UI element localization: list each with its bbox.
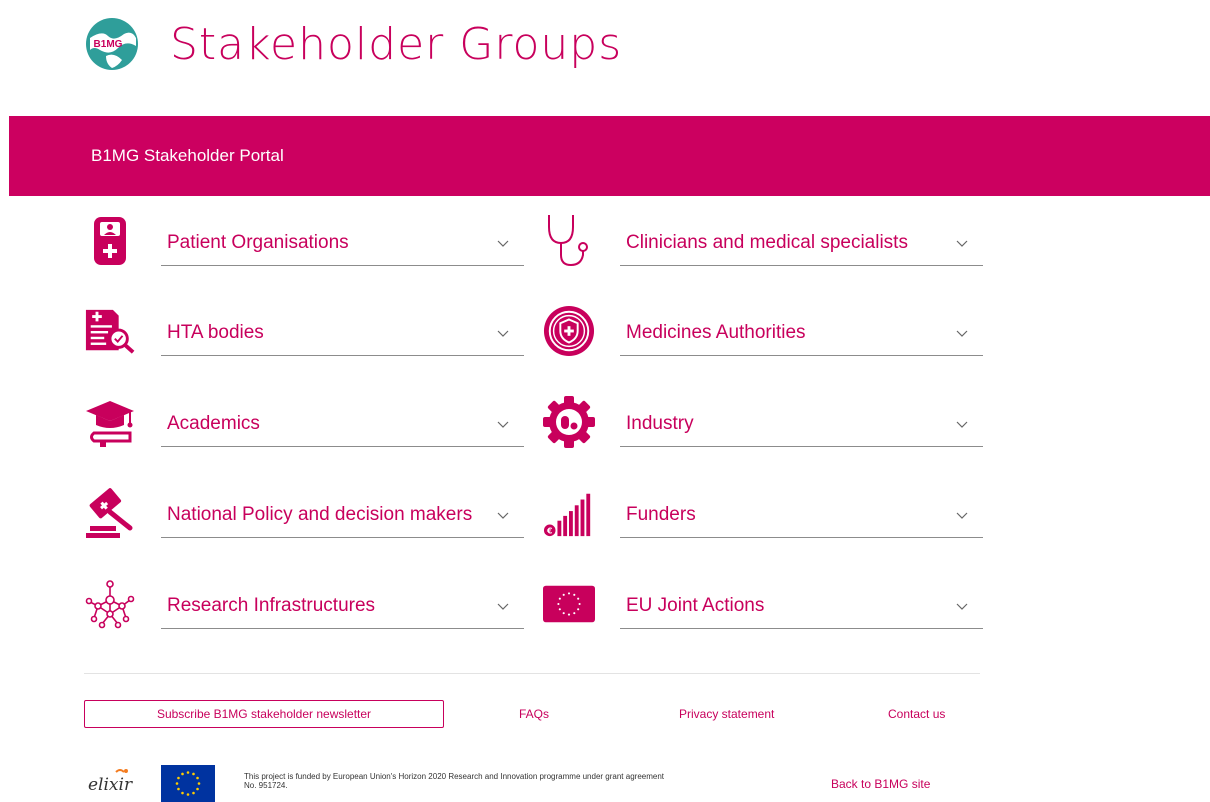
group-row[interactable]: Academics bbox=[161, 402, 524, 447]
elixir-logo[interactable]: elixir bbox=[86, 766, 136, 798]
banner-title: B1MG Stakeholder Portal bbox=[91, 146, 284, 165]
group-row[interactable]: Research Infrastructures bbox=[161, 584, 524, 629]
group-row[interactable]: Patient Organisations bbox=[161, 221, 524, 266]
privacy-statement-link[interactable]: Privacy statement bbox=[679, 707, 774, 721]
document-magnifier-icon bbox=[84, 305, 136, 357]
svg-text:€: € bbox=[546, 527, 552, 536]
eu-flag-logo bbox=[161, 765, 215, 802]
group-row[interactable]: Funders bbox=[620, 493, 983, 538]
chevron-down-icon bbox=[497, 330, 509, 337]
star-mark bbox=[573, 612, 576, 615]
page-title: Stakeholder Groups bbox=[170, 18, 623, 70]
star-mark bbox=[573, 593, 576, 596]
portal-banner: B1MG Stakeholder Portal bbox=[9, 116, 1210, 196]
star-mark bbox=[577, 597, 580, 600]
chevron-down-icon bbox=[497, 512, 509, 519]
subscribe-newsletter-button[interactable]: Subscribe B1MG stakeholder newsletter bbox=[84, 700, 444, 728]
group-eu-joint-actions[interactable]: EU Joint Actions bbox=[543, 574, 983, 646]
group-clinicians[interactable]: Clinicians and medical specialists bbox=[543, 211, 983, 283]
star-mark bbox=[558, 597, 561, 600]
group-label: Academics bbox=[167, 413, 260, 434]
star-mark bbox=[186, 771, 190, 774]
chevron-down-icon bbox=[497, 603, 509, 610]
group-label: Funders bbox=[626, 504, 696, 525]
group-academics[interactable]: Academics bbox=[84, 392, 524, 464]
patient-id-card-icon bbox=[84, 215, 136, 267]
group-label: Patient Organisations bbox=[167, 232, 349, 253]
chevron-down-icon bbox=[497, 240, 509, 247]
star-mark bbox=[196, 787, 199, 791]
chevron-down-icon bbox=[497, 421, 509, 428]
page-header: B1MG Stakeholder Groups bbox=[84, 12, 622, 76]
star-mark bbox=[562, 593, 565, 596]
group-label: EU Joint Actions bbox=[626, 595, 765, 616]
group-national-policy[interactable]: National Policy and decision makers bbox=[84, 483, 524, 555]
star-mark bbox=[578, 602, 581, 606]
group-row[interactable]: Medicines Authorities bbox=[620, 311, 983, 356]
star-mark bbox=[562, 612, 565, 615]
group-industry[interactable]: Industry bbox=[543, 392, 983, 464]
svg-text:B1MG: B1MG bbox=[94, 39, 123, 50]
euro-bars-icon: € bbox=[543, 487, 595, 539]
star-mark bbox=[181, 791, 184, 795]
star-mark bbox=[192, 791, 195, 795]
faqs-link[interactable]: FAQs bbox=[519, 707, 549, 721]
group-label: HTA bodies bbox=[167, 322, 264, 343]
group-row[interactable]: Clinicians and medical specialists bbox=[620, 221, 983, 266]
stethoscope-icon bbox=[543, 215, 595, 267]
star-mark bbox=[567, 613, 571, 616]
star-mark bbox=[567, 592, 571, 595]
chevron-down-icon bbox=[956, 240, 968, 247]
star-mark bbox=[177, 787, 180, 791]
eu-flag-icon bbox=[543, 578, 595, 630]
star-mark bbox=[175, 782, 179, 785]
group-patient-organisations[interactable]: Patient Organisations bbox=[84, 211, 524, 283]
star-mark bbox=[181, 772, 184, 776]
network-nodes-icon bbox=[84, 578, 136, 630]
group-label: Clinicians and medical specialists bbox=[626, 232, 908, 253]
group-row[interactable]: HTA bodies bbox=[161, 311, 524, 356]
star-mark bbox=[557, 602, 560, 606]
star-mark bbox=[186, 793, 190, 796]
group-row[interactable]: Industry bbox=[620, 402, 983, 447]
graduation-cap-icon bbox=[84, 396, 136, 448]
contact-us-link[interactable]: Contact us bbox=[888, 707, 945, 721]
star-mark bbox=[577, 608, 580, 611]
svg-text:elixir: elixir bbox=[88, 775, 133, 795]
group-research-infrastructures[interactable]: Research Infrastructures bbox=[84, 574, 524, 646]
chevron-down-icon bbox=[956, 330, 968, 337]
back-to-b1mg-link[interactable]: Back to B1MG site bbox=[831, 777, 930, 791]
group-medicines-authorities[interactable]: Medicines Authorities bbox=[543, 301, 983, 373]
shield-badge-icon bbox=[543, 305, 595, 357]
group-hta-bodies[interactable]: HTA bodies bbox=[84, 301, 524, 373]
group-label: Industry bbox=[626, 413, 694, 434]
star-mark bbox=[558, 608, 561, 611]
star-mark bbox=[197, 782, 201, 785]
group-row[interactable]: EU Joint Actions bbox=[620, 584, 983, 629]
chevron-down-icon bbox=[956, 603, 968, 610]
chevron-down-icon bbox=[956, 421, 968, 428]
b1mg-logo[interactable]: B1MG bbox=[84, 16, 140, 72]
gavel-icon bbox=[84, 487, 136, 539]
footer-divider bbox=[84, 673, 980, 674]
group-label: Medicines Authorities bbox=[626, 322, 806, 343]
group-funders[interactable]: € Funders bbox=[543, 483, 983, 555]
star-mark bbox=[192, 772, 195, 776]
star-mark bbox=[177, 776, 180, 780]
chevron-down-icon bbox=[956, 512, 968, 519]
star-mark bbox=[196, 776, 199, 780]
gear-pill-icon bbox=[543, 396, 595, 448]
group-label: Research Infrastructures bbox=[167, 595, 376, 616]
group-row[interactable]: National Policy and decision makers bbox=[161, 493, 524, 538]
group-label: National Policy and decision makers bbox=[167, 504, 473, 525]
funding-statement: This project is funded by European Union… bbox=[244, 772, 664, 790]
